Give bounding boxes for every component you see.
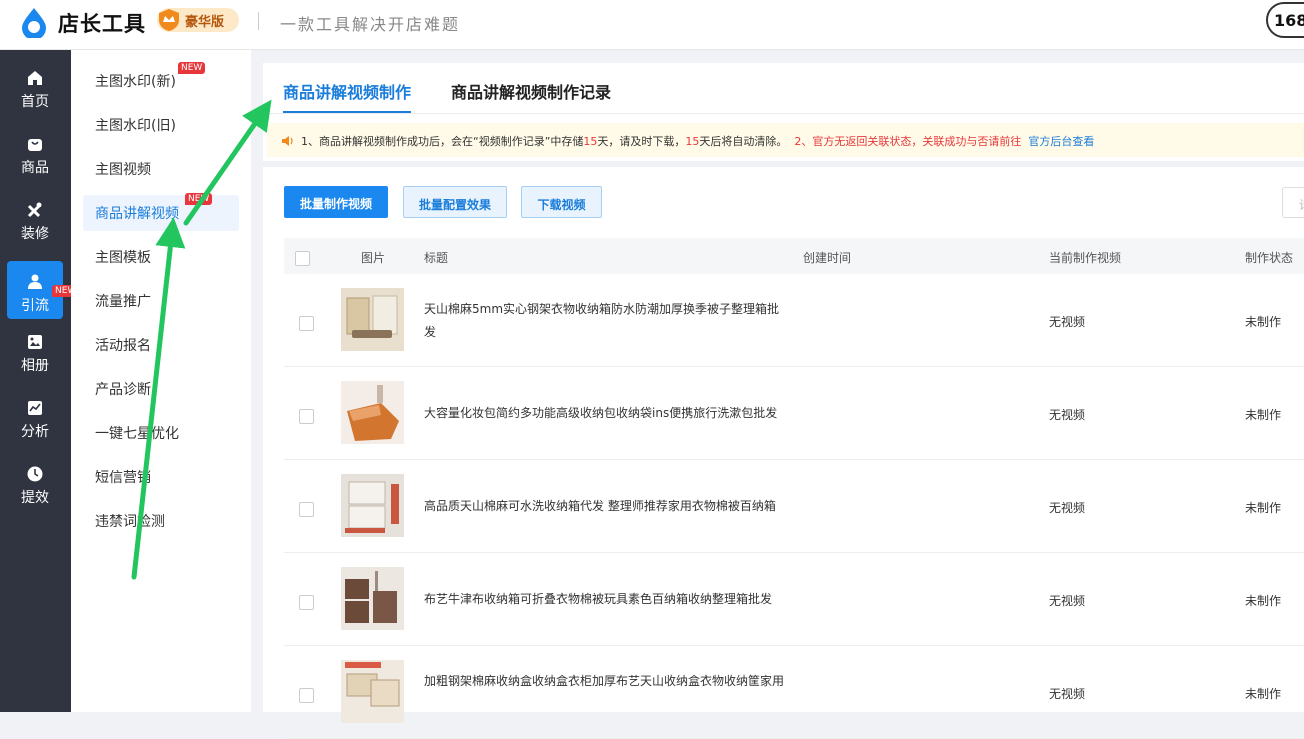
make-status: 未制作 <box>1245 687 1282 701</box>
header-status: 制作状态 <box>1245 251 1294 265</box>
main-content: 商品讲解视频制作 商品讲解视频制作记录 1、商品讲解视频制作成功后，会在“视频制… <box>263 63 1304 739</box>
nav-item-home[interactable]: 首页 <box>7 57 63 115</box>
submenu-item-promotion[interactable]: 流量推广 <box>83 283 239 319</box>
row-checkbox[interactable] <box>299 502 314 517</box>
submenu-item-explain-video[interactable]: 商品讲解视频 <box>83 195 239 231</box>
home-icon <box>28 71 42 85</box>
chart-icon <box>28 401 42 415</box>
logo-icon <box>22 8 46 38</box>
table-row: 高品质天山棉麻可水洗收纳箱代发 整理师推荐家用衣物棉被百纳箱 无视频 未制作 <box>284 460 1304 553</box>
submenu-item-seven-star[interactable]: 一键七星优化 <box>83 415 239 451</box>
nav-item-decorate[interactable]: 装修 <box>7 189 63 247</box>
product-thumbnail[interactable] <box>341 288 404 351</box>
header-image: 图片 <box>361 251 386 265</box>
tab-video-records[interactable]: 商品讲解视频制作记录 <box>451 79 611 113</box>
current-video: 无视频 <box>1049 408 1086 422</box>
notice-days-1: 15 <box>583 135 598 148</box>
app-name: 店长工具 <box>58 12 146 36</box>
tab-make-video[interactable]: 商品讲解视频制作 <box>283 79 412 113</box>
speaker-icon <box>282 136 293 146</box>
make-status: 未制作 <box>1245 501 1282 515</box>
bag-icon <box>28 139 42 151</box>
search-input[interactable]: 请 <box>1282 187 1304 218</box>
notice-bar: 1、商品讲解视频制作成功后，会在“视频制作记录”中存储15天，请及时下载，15天… <box>267 123 1304 157</box>
sub-menu: 主图水印(新) NEW 主图水印(旧) 主图视频 商品讲解视频 NEW 主图模板… <box>71 50 251 712</box>
nav-label: 装修 <box>21 226 49 242</box>
product-thumbnail[interactable] <box>341 660 404 723</box>
select-all-checkbox[interactable] <box>295 251 310 266</box>
notice-text-3: 天后将自动清除。 <box>699 135 788 148</box>
product-title: 高品质天山棉麻可水洗收纳箱代发 整理师推荐家用衣物棉被百纳箱 <box>424 499 776 513</box>
product-title: 大容量化妆包简约多功能高级收纳包收纳袋ins便携旅行洗漱包批发 <box>424 406 778 420</box>
slogan: 一款工具解决开店难题 <box>280 15 461 34</box>
vip-badge[interactable]: 豪华版 <box>157 8 239 32</box>
nav-label: 商品 <box>21 160 49 176</box>
product-thumbnail[interactable] <box>341 381 404 444</box>
nav-label: 提效 <box>21 490 49 506</box>
crown-shield-icon <box>159 9 179 31</box>
nav-label: 相册 <box>21 358 49 374</box>
table-header: 图片 标题 创建时间 当前制作视频 制作状态 <box>284 238 1304 274</box>
image-icon <box>28 335 42 349</box>
current-video: 无视频 <box>1049 501 1086 515</box>
notice-text-2: 天，请及时下载， <box>597 135 686 148</box>
submenu-item-forbidden-words[interactable]: 违禁词检测 <box>83 503 239 539</box>
download-video-button[interactable]: 下载视频 <box>521 186 602 218</box>
submenu-item-sms[interactable]: 短信营销 <box>83 459 239 495</box>
make-status: 未制作 <box>1245 408 1282 422</box>
table-row: 布艺牛津布收纳箱可折叠衣物棉被玩具素色百纳箱收纳整理箱批发 无视频 未制作 <box>284 553 1304 646</box>
header-created-time: 创建时间 <box>803 251 852 265</box>
current-video: 无视频 <box>1049 687 1086 701</box>
row-checkbox[interactable] <box>299 595 314 610</box>
row-checkbox[interactable] <box>299 688 314 703</box>
product-thumbnail[interactable] <box>341 474 404 537</box>
notice-text-1: 1、商品讲解视频制作成功后，会在“视频制作记录”中存储 <box>301 135 584 148</box>
table-row: 大容量化妆包简约多功能高级收纳包收纳袋ins便携旅行洗漱包批发 无视频 未制作 <box>284 367 1304 460</box>
submenu-item-watermark-new[interactable]: 主图水印(新) <box>83 63 239 99</box>
submenu-item-main-video[interactable]: 主图视频 <box>83 151 239 187</box>
nav-label: 首页 <box>21 94 49 110</box>
table-row: 天山棉麻5mm实心钢架衣物收纳箱防水防潮加厚换季被子整理箱批发 无视频 未制作 <box>284 274 1304 367</box>
new-badge: NEW <box>178 62 206 74</box>
notice-days-2: 15 <box>685 135 700 148</box>
current-video: 无视频 <box>1049 315 1086 329</box>
nav-label: 分析 <box>21 424 49 440</box>
make-status: 未制作 <box>1245 315 1282 329</box>
nav-label: 引流 <box>21 298 49 314</box>
row-checkbox[interactable] <box>299 409 314 424</box>
batch-config-button[interactable]: 批量配置效果 <box>403 186 507 218</box>
vip-label: 豪华版 <box>185 14 225 30</box>
product-title: 布艺牛津布收纳箱可折叠衣物棉被玩具素色百纳箱收纳整理箱批发 <box>424 592 773 606</box>
nav-item-analysis[interactable]: 分析 <box>7 387 63 445</box>
product-thumbnail[interactable] <box>341 567 404 630</box>
tabs-divider <box>263 113 1304 114</box>
header-title: 标题 <box>424 251 449 265</box>
submenu-item-activity[interactable]: 活动报名 <box>83 327 239 363</box>
header-current-video: 当前制作视频 <box>1049 251 1122 265</box>
submenu-item-template[interactable]: 主图模板 <box>83 239 239 275</box>
official-backend-link[interactable]: 官方后台查看 <box>1028 135 1094 148</box>
header-divider <box>258 12 259 30</box>
nav-item-album[interactable]: 相册 <box>7 321 63 379</box>
clock-icon <box>27 466 43 482</box>
product-title: 加粗钢架棉麻收纳盒收纳盒衣柜加厚布艺天山收纳盒衣物收纳筐家用 <box>424 674 785 688</box>
tabs-card: 商品讲解视频制作 商品讲解视频制作记录 1、商品讲解视频制作成功后，会在“视频制… <box>263 63 1304 161</box>
top-header: 店长工具 豪华版 一款工具解决开店难题 168 <box>0 0 1304 50</box>
nav-item-goods[interactable]: 商品 <box>7 123 63 181</box>
batch-make-video-button[interactable]: 批量制作视频 <box>284 186 388 218</box>
table-row: 加粗钢架棉麻收纳盒收纳盒衣柜加厚布艺天山收纳盒衣物收纳筐家用 无视频 未制作 <box>284 646 1304 739</box>
product-title: 天山棉麻5mm实心钢架衣物收纳箱防水防潮加厚换季被子整理箱批发 <box>424 302 780 339</box>
new-badge: NEW <box>185 193 213 205</box>
row-checkbox[interactable] <box>299 316 314 331</box>
current-video: 无视频 <box>1049 594 1086 608</box>
submenu-item-diagnosis[interactable]: 产品诊断 <box>83 371 239 407</box>
user-icon <box>28 274 42 289</box>
notice-text-4: 2、官方无返回关联状态，关联成功与否请前往 <box>794 135 1022 148</box>
table-card: 批量制作视频 批量配置效果 下载视频 请 图片 标题 创建时间 当前制作视频 制… <box>263 167 1304 739</box>
credit-counter[interactable]: 168 <box>1266 2 1304 38</box>
tools-icon <box>27 202 42 218</box>
submenu-item-watermark-old[interactable]: 主图水印(旧) <box>83 107 239 143</box>
nav-item-efficiency[interactable]: 提效 <box>7 453 63 511</box>
make-status: 未制作 <box>1245 594 1282 608</box>
